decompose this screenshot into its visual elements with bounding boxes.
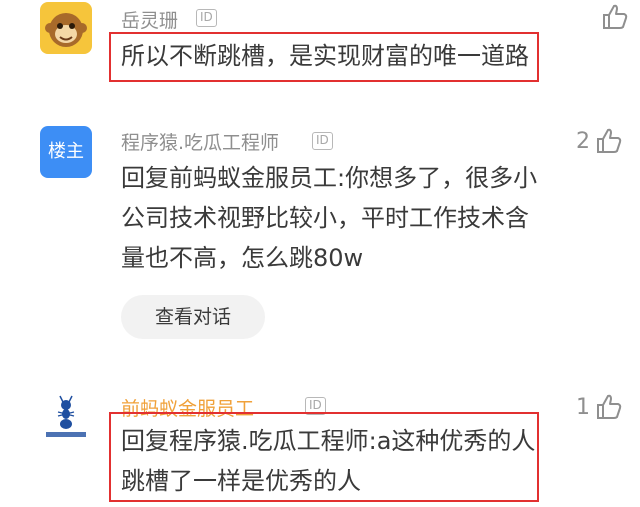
like-count: 1 — [576, 394, 590, 420]
comment-line: 量也不高，怎么跳80w — [121, 244, 364, 272]
comment-text: 回复前蚂蚁金服员工:你想多了，很多小 公司技术视野比较小，平时工作技术含 量也不… — [121, 158, 537, 278]
like-button[interactable] — [596, 4, 628, 30]
thumbs-up-icon — [603, 4, 628, 29]
comment-line: 跳槽了一样是优秀的人 — [121, 467, 361, 495]
username[interactable]: 岳灵珊 — [121, 6, 178, 33]
comment-line: 回复程序猿.吃瓜工程师:a这种优秀的人 — [121, 427, 536, 455]
owner-badge-label: 楼主 — [48, 141, 84, 162]
username[interactable]: 程序猿.吃瓜工程师 — [121, 128, 279, 155]
comment-line: 公司技术视野比较小，平时工作技术含 — [121, 204, 529, 232]
comment-thread: 岳灵珊 ID 所以不断跳槽，是实现财富的唯一道路 楼主 程序猿.吃瓜工程师 ID… — [0, 0, 640, 507]
like-button[interactable]: 1 — [576, 394, 622, 420]
view-conversation-button[interactable]: 查看对话 — [121, 295, 265, 339]
like-count: 2 — [576, 128, 590, 154]
avatar[interactable]: 楼主 — [40, 126, 92, 178]
comment-line: 回复前蚂蚁金服员工:你想多了，很多小 — [121, 164, 538, 192]
id-badge: ID — [312, 132, 333, 150]
comment-text: 回复程序猿.吃瓜工程师:a这种优秀的人 跳槽了一样是优秀的人 — [121, 421, 535, 501]
comment-line: 所以不断跳槽，是实现财富的唯一道路 — [121, 42, 529, 70]
id-badge: ID — [196, 9, 217, 27]
avatar[interactable] — [40, 390, 92, 442]
avatar[interactable] — [40, 2, 92, 54]
monkey-avatar-icon — [40, 2, 92, 54]
comment-text: 所以不断跳槽，是实现财富的唯一道路 — [121, 36, 529, 76]
thumbs-up-icon — [597, 128, 622, 153]
ant-logo-icon — [40, 390, 92, 442]
thumbs-up-icon — [597, 394, 622, 419]
like-button[interactable]: 2 — [576, 128, 622, 154]
